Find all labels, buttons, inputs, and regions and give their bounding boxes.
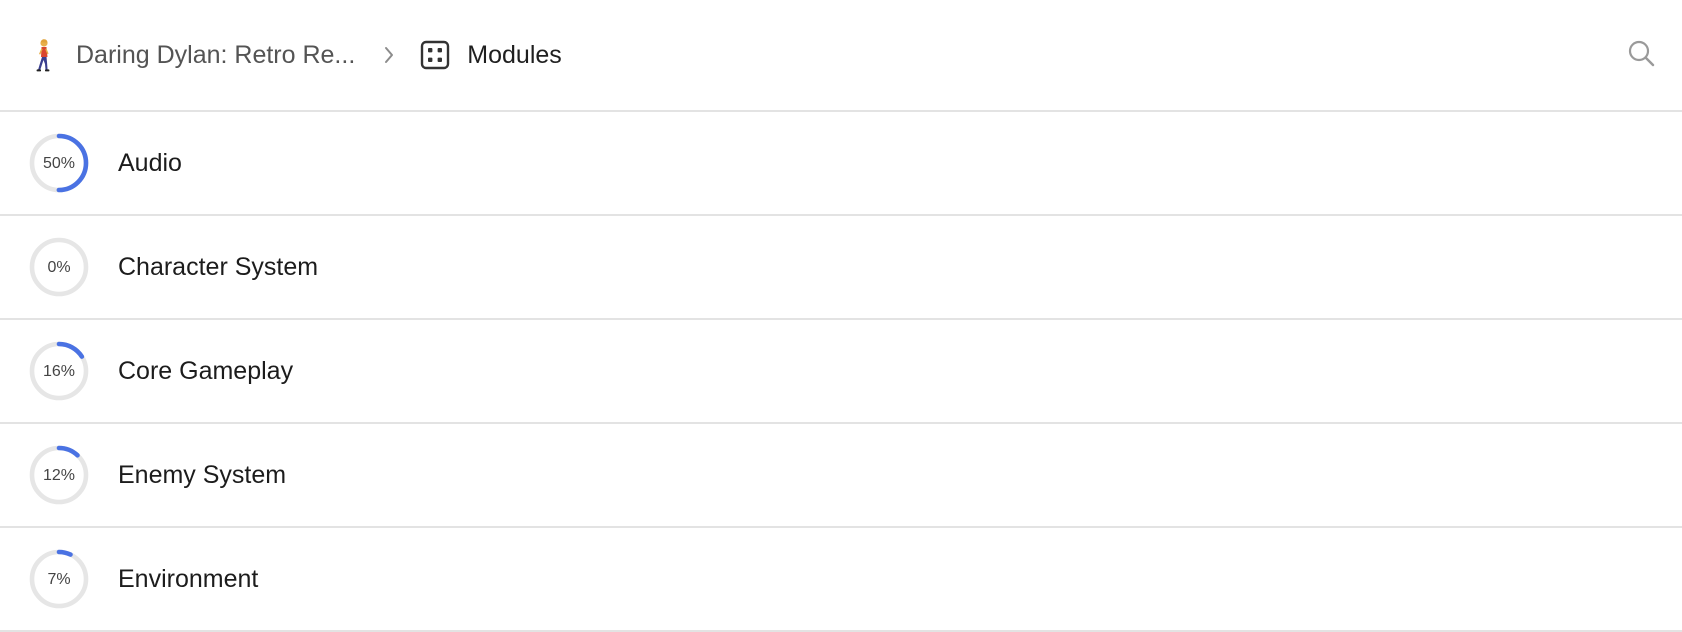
page-title: Modules xyxy=(467,40,562,69)
progress-ring: 12% xyxy=(28,444,90,506)
top-bar: Daring Dylan: Retro Re... Modules xyxy=(0,0,1682,112)
module-list: 50% Audio 0% Character System 16% Core Gamepl… xyxy=(0,112,1682,632)
progress-percent: 0% xyxy=(47,259,71,276)
progress-percent: 16% xyxy=(42,363,76,380)
breadcrumb-current[interactable]: Modules xyxy=(420,40,562,70)
module-row[interactable]: 7% Environment xyxy=(0,528,1682,632)
module-name: Audio xyxy=(118,148,182,177)
module-name: Environment xyxy=(118,564,259,593)
progress-ring: 0% xyxy=(28,236,90,298)
module-name: Character System xyxy=(118,252,319,281)
module-row[interactable]: 12% Enemy System xyxy=(0,424,1682,528)
modules-icon xyxy=(421,40,450,70)
search-icon[interactable] xyxy=(1626,38,1656,68)
module-name: Enemy System xyxy=(118,460,287,489)
module-name: Core Gameplay xyxy=(118,356,294,385)
progress-percent: 12% xyxy=(42,467,76,484)
chevron-right-icon xyxy=(385,47,394,63)
breadcrumb-project[interactable]: Daring Dylan: Retro Re... xyxy=(30,38,355,72)
person-walking-emoji-icon xyxy=(36,39,50,72)
project-name: Daring Dylan: Retro Re... xyxy=(76,40,356,69)
progress-percent: 7% xyxy=(47,571,71,588)
progress-percent: 50% xyxy=(42,155,76,172)
module-row[interactable]: 16% Core Gameplay xyxy=(0,320,1682,424)
module-row[interactable]: 0% Character System xyxy=(0,216,1682,320)
progress-ring: 16% xyxy=(28,340,90,402)
progress-ring: 50% xyxy=(28,132,90,194)
module-row[interactable]: 50% Audio xyxy=(0,112,1682,216)
progress-ring: 7% xyxy=(28,548,90,610)
